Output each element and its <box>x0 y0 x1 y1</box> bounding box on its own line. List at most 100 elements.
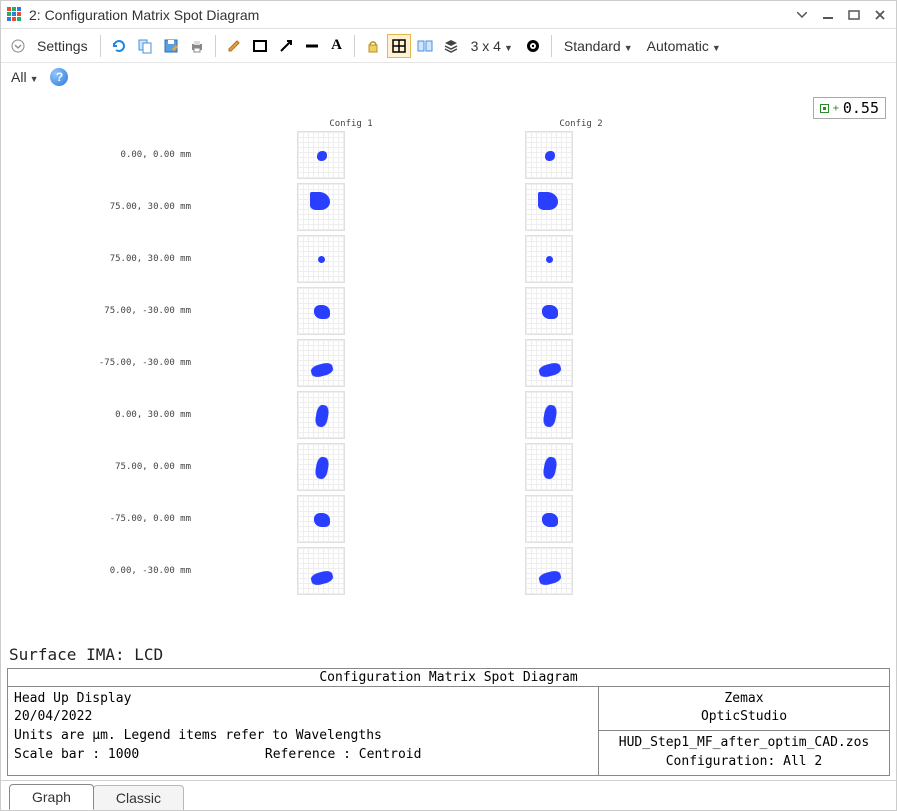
matrix-row: 75.00, 30.00 mm <box>81 181 856 233</box>
spot-diagram <box>297 339 345 387</box>
spot-diagram <box>297 183 345 231</box>
spot-diagram <box>297 391 345 439</box>
help-icon[interactable]: ? <box>50 68 68 86</box>
spot-diagram <box>525 547 573 595</box>
plus-icon: + <box>833 103 839 114</box>
refresh-button[interactable] <box>107 34 131 58</box>
spot-diagram <box>525 339 573 387</box>
row-label: 0.00, -30.00 mm <box>81 566 241 576</box>
spot-blob <box>545 151 555 161</box>
brand-line1: Zemax <box>605 690 883 709</box>
spot-blob <box>314 404 330 428</box>
info-scalebar: Scale bar : 1000 <box>14 747 139 762</box>
bottom-tabs: Graph Classic <box>1 780 896 810</box>
info-units: Units are µm. Legend items refer to Wave… <box>14 727 592 746</box>
settings-expand-icon[interactable] <box>7 34 29 58</box>
file-name: HUD_Step1_MF_after_optim_CAD.zos <box>605 734 883 753</box>
config-line: Configuration: All 2 <box>605 753 883 772</box>
row-label: 75.00, -30.00 mm <box>81 306 241 316</box>
all-dropdown[interactable]: All▼ <box>9 69 44 85</box>
close-button[interactable] <box>870 5 890 25</box>
tab-graph[interactable]: Graph <box>9 784 94 810</box>
sub-toolbar: All▼ ? <box>1 63 896 91</box>
spot-blob <box>317 151 327 161</box>
all-label: All <box>11 69 27 85</box>
spot-diagram <box>525 495 573 543</box>
target-icon[interactable] <box>521 34 545 58</box>
spot-blob <box>542 513 558 527</box>
col-header-1: Config 1 <box>321 119 381 129</box>
info-title: Configuration Matrix Spot Diagram <box>8 669 889 687</box>
row-label: 75.00, 0.00 mm <box>81 462 241 472</box>
spot-blob <box>310 192 330 210</box>
line-tool-icon[interactable] <box>300 34 324 58</box>
matrix-row: 75.00, -30.00 mm <box>81 285 856 337</box>
zoom-indicator: + 0.55 <box>813 97 886 119</box>
spot-diagram <box>297 495 345 543</box>
arrow-tool-icon[interactable] <box>274 34 298 58</box>
rectangle-tool-icon[interactable] <box>248 34 272 58</box>
save-button[interactable] <box>159 34 183 58</box>
window-split-icon[interactable] <box>413 34 437 58</box>
info-brand: Zemax OpticStudio <box>599 687 889 732</box>
info-panel: Configuration Matrix Spot Diagram Head U… <box>7 668 890 776</box>
menu-dropdown-icon[interactable] <box>792 5 812 25</box>
row-label: 0.00, 30.00 mm <box>81 410 241 420</box>
copy-button[interactable] <box>133 34 157 58</box>
info-left: Head Up Display 20/04/2022 Units are µm.… <box>8 687 599 775</box>
minimize-button[interactable] <box>818 5 838 25</box>
info-date: 20/04/2022 <box>14 708 592 727</box>
matrix-row: -75.00, 0.00 mm <box>81 493 856 545</box>
info-project: Head Up Display <box>14 690 592 709</box>
row-label: 75.00, 30.00 mm <box>81 254 241 264</box>
matrix-row: 0.00, 0.00 mm <box>81 129 856 181</box>
zoom-extent-icon <box>820 104 829 113</box>
mode-dropdown[interactable]: Standard▼ <box>558 38 639 54</box>
surface-label: Surface IMA: LCD <box>1 641 896 668</box>
pencil-tool-icon[interactable] <box>222 34 246 58</box>
layers-icon[interactable] <box>439 34 463 58</box>
spot-blob <box>314 456 330 480</box>
main-toolbar: Settings A 3 x 4▼ <box>1 29 896 63</box>
spot-diagram <box>297 547 345 595</box>
spot-diagram <box>525 131 573 179</box>
window-title: 2: Configuration Matrix Spot Diagram <box>29 7 259 23</box>
text-tool-icon[interactable]: A <box>326 34 348 58</box>
matrix-row: 0.00, -30.00 mm <box>81 545 856 597</box>
matrix-row: 75.00, 0.00 mm <box>81 441 856 493</box>
plot-area[interactable]: + 0.55 Config 1 Config 2 0.00, 0.00 mm 75… <box>1 91 896 641</box>
col-header-2: Config 2 <box>551 119 611 129</box>
app-icon <box>7 7 23 23</box>
spot-diagram <box>525 287 573 335</box>
spot-diagram <box>525 443 573 491</box>
spot-diagram <box>297 131 345 179</box>
spot-blob <box>542 404 558 428</box>
print-button[interactable] <box>185 34 209 58</box>
grid-layout-icon[interactable] <box>387 34 411 58</box>
grid-size-dropdown[interactable]: 3 x 4▼ <box>465 38 519 54</box>
spot-blob <box>546 256 553 263</box>
spot-blob <box>318 256 325 263</box>
spot-blob <box>314 513 330 527</box>
matrix-row: 75.00, 30.00 mm <box>81 233 856 285</box>
row-label: 0.00, 0.00 mm <box>81 150 241 160</box>
spot-blob <box>542 305 558 319</box>
matrix-row: 0.00, 30.00 mm <box>81 389 856 441</box>
spot-matrix: Config 1 Config 2 0.00, 0.00 mm 75.00, 30… <box>81 119 856 631</box>
spot-diagram <box>297 235 345 283</box>
row-label: -75.00, 0.00 mm <box>81 514 241 524</box>
info-reference: Reference : Centroid <box>265 747 422 762</box>
auto-dropdown[interactable]: Automatic▼ <box>641 38 727 54</box>
maximize-button[interactable] <box>844 5 864 25</box>
spot-blob <box>310 361 334 378</box>
tab-classic[interactable]: Classic <box>93 785 184 810</box>
brand-line2: OpticStudio <box>605 708 883 727</box>
spot-blob <box>310 569 334 586</box>
spot-diagram <box>297 287 345 335</box>
spot-diagram <box>525 391 573 439</box>
zoom-value: 0.55 <box>843 99 879 117</box>
lock-tool-icon[interactable] <box>361 34 385 58</box>
settings-button[interactable]: Settings <box>31 38 94 54</box>
matrix-row: -75.00, -30.00 mm <box>81 337 856 389</box>
spot-blob <box>542 456 558 480</box>
